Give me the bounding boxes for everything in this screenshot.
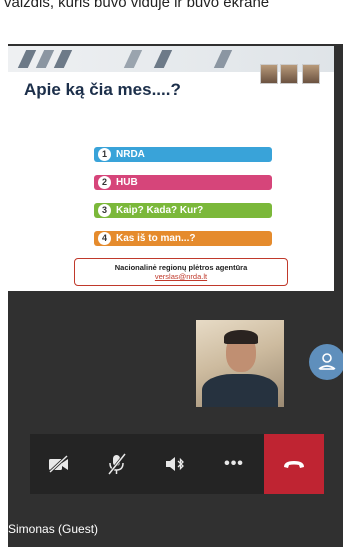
participant-shoulders bbox=[202, 374, 278, 407]
camera-toggle-button[interactable] bbox=[30, 434, 88, 494]
agenda-label: NRDA bbox=[116, 149, 145, 160]
mute-button[interactable] bbox=[88, 434, 146, 494]
top-caption-strip: vaizdis, kuris buvo viduje ir buvo ekran… bbox=[0, 0, 355, 44]
agenda-item-1: 1 NRDA bbox=[94, 147, 272, 162]
agenda-item-4: 4 Kas iš to man...? bbox=[94, 231, 272, 246]
shared-slide: Apie ką čia mes....? 1 NRDA 2 HUB 3 Kaip… bbox=[8, 46, 334, 291]
contact-organization: Nacionalinė regionų plėtros agentūra bbox=[114, 263, 248, 272]
hang-up-button[interactable] bbox=[264, 434, 324, 494]
user-avatar-button[interactable] bbox=[309, 344, 345, 380]
more-options-button[interactable]: ••• bbox=[204, 434, 264, 494]
slide-photo bbox=[280, 64, 298, 84]
slide-title: Apie ką čia mes....? bbox=[24, 80, 181, 99]
banner-shape bbox=[153, 50, 173, 68]
mic-off-icon bbox=[107, 453, 127, 475]
page-edge bbox=[343, 44, 355, 547]
agenda-item-2: 2 HUB bbox=[94, 175, 272, 190]
camera-off-icon bbox=[48, 455, 69, 473]
agenda-number: 3 bbox=[98, 204, 111, 217]
banner-shape bbox=[17, 50, 37, 68]
agenda-item-3: 3 Kaip? Kada? Kur? bbox=[94, 203, 272, 218]
person-icon bbox=[318, 353, 336, 370]
banner-shape bbox=[53, 50, 73, 68]
slide-photo bbox=[260, 64, 278, 84]
agenda-label: Kas iš to man...? bbox=[116, 233, 196, 244]
hang-up-icon bbox=[284, 461, 304, 468]
top-caption: vaizdis, kuris buvo viduje ir buvo ekran… bbox=[4, 0, 270, 11]
banner-shape bbox=[35, 50, 55, 68]
contact-box: Nacionalinė regionų plėtros agentūra ver… bbox=[74, 258, 288, 286]
participant-hair bbox=[224, 330, 258, 344]
participant-video[interactable] bbox=[196, 320, 284, 407]
more-dots-icon: ••• bbox=[224, 455, 244, 472]
agenda-number: 1 bbox=[98, 148, 111, 161]
speaker-bluetooth-icon bbox=[166, 457, 184, 471]
agenda-number: 4 bbox=[98, 232, 111, 245]
call-controls-toolbar: ••• bbox=[30, 434, 324, 494]
slide-photo bbox=[302, 64, 320, 84]
contact-email: verslas@nrda.lt bbox=[154, 272, 208, 281]
banner-shape bbox=[213, 50, 233, 68]
agenda-number: 2 bbox=[98, 176, 111, 189]
agenda-label: HUB bbox=[116, 177, 138, 188]
agenda-label: Kaip? Kada? Kur? bbox=[116, 205, 204, 216]
banner-shape bbox=[123, 50, 143, 68]
participant-name-label: Simonas (Guest) bbox=[8, 522, 99, 536]
speaker-button[interactable] bbox=[146, 434, 204, 494]
